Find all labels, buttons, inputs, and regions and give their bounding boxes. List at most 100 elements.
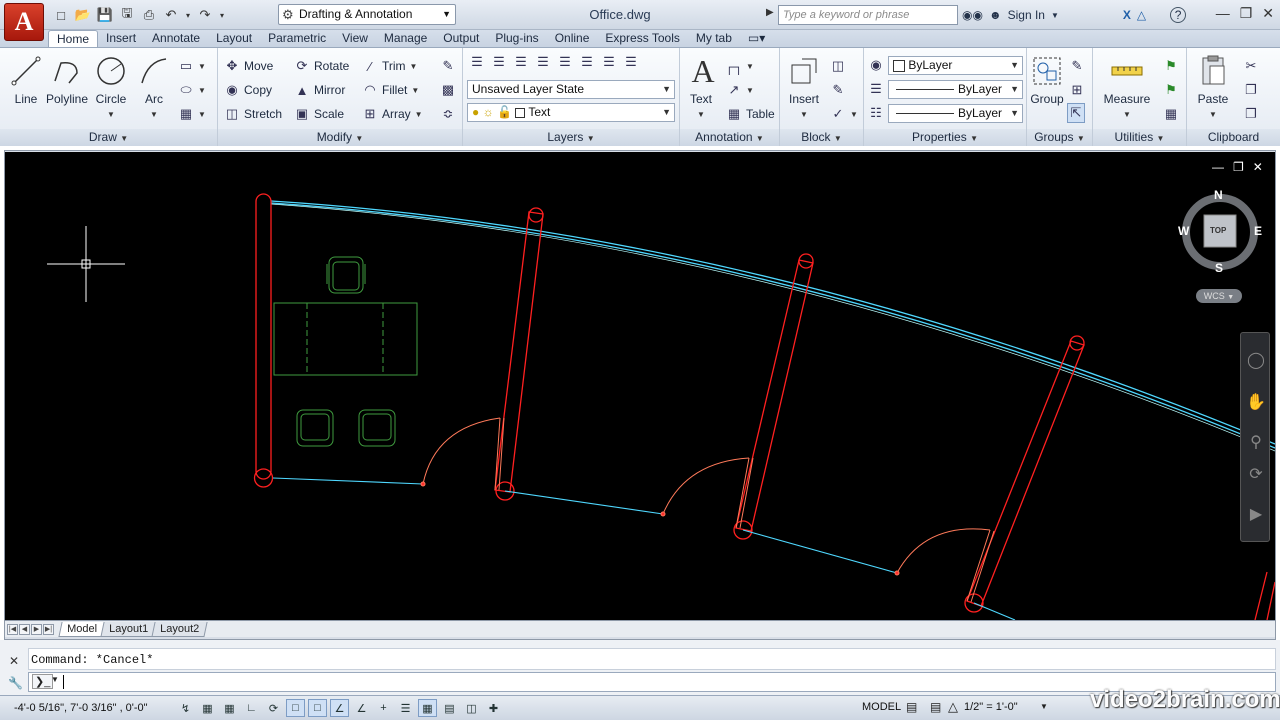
layer-previous-icon[interactable]: ☰ [557,54,573,70]
color-dropdown[interactable]: ByLayer ▼ [888,56,1023,75]
save-as-icon[interactable]: 🖫 [118,5,136,24]
workspace-switcher[interactable]: ⚙ Drafting & Annotation ▼ [278,4,456,25]
orbit-icon[interactable]: ⟳ [1246,465,1266,485]
undo-dropdown-icon[interactable]: ▾ [184,6,192,24]
rotate-button[interactable]: ⟳ Rotate [294,56,350,76]
compass-south[interactable]: S [1215,261,1223,275]
save-icon[interactable]: 💾 [96,6,114,24]
circle-dropdown-icon[interactable]: ▼ [107,110,115,119]
tab-express-tools[interactable]: Express Tools [597,30,687,48]
tab-insert[interactable]: Insert [98,30,144,48]
stay-connected-icon[interactable]: △ [1137,8,1146,22]
offset-button[interactable]: ≎ [440,104,456,124]
viewcube[interactable]: N S W E TOP [1176,188,1264,276]
group-edit-button[interactable]: ⊞ [1069,80,1085,100]
group-selection-button[interactable]: ⇱ [1067,103,1085,123]
cut-button[interactable]: ✂ [1243,56,1259,76]
ucs-dynamic-icon[interactable]: ∠ [352,699,371,717]
leader-button[interactable]: ↗ ▼ [726,80,754,100]
help-icon[interactable]: ? [1170,7,1187,23]
layer-isolate-icon[interactable]: ☰ [579,54,595,70]
search-input[interactable]: Type a keyword or phrase [778,5,958,25]
open-file-icon[interactable]: 📂 [74,6,92,24]
grid-display-icon[interactable]: ▦ [220,699,239,717]
zoom-icon[interactable]: ⚲ [1246,433,1266,453]
infer-constraints-icon[interactable]: ↯ [176,699,195,717]
close-icon[interactable]: ✕ [1262,5,1274,22]
layer-freeze-icon[interactable]: ☰ [623,54,639,70]
table-button[interactable]: ▦ Table [726,104,775,124]
tab-view[interactable]: View [334,30,376,48]
new-file-icon[interactable]: □ [52,6,70,24]
layer-dropdown[interactable]: ● ☼ 🔓 Text ▼ [467,103,675,122]
lineweight-toggle-icon[interactable]: ☰ [396,699,415,717]
erase-button[interactable]: ✎ [440,56,456,76]
compass-north[interactable]: N [1214,188,1223,202]
annotation-scale-value[interactable]: 1/2" = 1'-0" [964,701,1018,713]
layer-state-icon[interactable]: ☰ [491,54,507,70]
object-snap-tracking-icon[interactable]: ∠ [330,699,349,717]
compass-west[interactable]: W [1178,224,1189,238]
dimension-button[interactable]: ┌┐ ▼ [725,56,754,76]
quick-view-layouts-icon[interactable]: ▤ [906,700,917,714]
rectangle-button[interactable]: ▭ ▼ [178,56,206,76]
tab-layout[interactable]: Layout [208,30,260,48]
lineweight-dropdown[interactable]: ByLayer ▼ [888,80,1023,99]
snap-mode-icon[interactable]: ▦ [198,699,217,717]
region-button[interactable]: ▦ ▼ [178,104,206,124]
polar-tracking-icon[interactable]: ⟳ [264,699,283,717]
match-layer-icon[interactable]: ☰ [535,54,551,70]
redo-dropdown-icon[interactable]: ▾ [218,6,226,24]
arc-dropdown-icon[interactable]: ▼ [150,110,158,119]
measure-button[interactable]: Measure ▼ [1101,54,1153,120]
line-button[interactable]: Line [8,54,44,106]
modify-panel-title[interactable]: Modify ▼ [218,129,462,146]
selection-cycling-icon[interactable]: ◫ [462,699,481,717]
copy-with-basepoint-button[interactable]: ❐ [1243,104,1259,124]
command-prompt-dropdown-icon[interactable]: ▼ [51,675,59,684]
ucs-menu[interactable]: WCS ▼ [1196,289,1242,303]
application-menu-button[interactable]: A [4,3,44,41]
sign-in-link[interactable]: Sign In [1008,8,1045,22]
tab-output[interactable]: Output [435,30,487,48]
hatch-button[interactable]: ⬭ ▼ [178,80,205,100]
layer-state-dropdown[interactable]: Unsaved Layer State ▼ [467,80,675,99]
group-button[interactable]: Group [1029,54,1065,106]
match-properties-icon[interactable]: ◉ [868,57,884,73]
create-block-button[interactable]: ◫ [830,56,846,76]
viewcube-top-face[interactable]: TOP [1210,226,1226,235]
layer-unisolate-icon[interactable]: ☰ [601,54,617,70]
fillet-button[interactable]: ◠ Fillet ▼ [362,80,419,100]
edit-attributes-button[interactable]: ✓ ▼ [830,104,858,124]
annotation-panel-title[interactable]: Annotation ▼ [680,129,779,146]
layers-panel-title[interactable]: Layers ▼ [463,129,679,146]
tab-manage[interactable]: Manage [376,30,435,48]
text-button[interactable]: A Text ▼ [686,53,716,120]
quick-properties-icon[interactable]: ▤ [440,699,459,717]
viewport-restore-icon[interactable]: ❐ [1233,160,1244,174]
transparency-icon[interactable]: ▦ [418,699,437,717]
plot-icon[interactable]: ⎙ [140,6,158,24]
binoculars-icon[interactable]: ◉◉ [962,8,983,22]
ungroup-button[interactable]: ✎ [1069,56,1085,76]
tab-home[interactable]: Home [48,30,99,48]
first-layout-icon[interactable]: |◀ [7,623,18,635]
command-input-text[interactable] [63,675,64,689]
coordinate-readout[interactable]: -4'-0 5/16", 7'-0 3/16" , 0'-0" [14,702,148,714]
paste-button[interactable]: Paste ▼ [1193,54,1233,120]
tab-annotate[interactable]: Annotate [144,30,208,48]
restore-icon[interactable]: ❐ [1240,5,1253,22]
arc-button[interactable]: Arc ▼ [136,54,172,120]
ribbon-minimize-icon[interactable]: ▭▾ [740,30,773,48]
next-layout-icon[interactable]: ▶ [31,623,42,635]
scale-button[interactable]: ▣ Scale [294,104,344,124]
edit-block-button[interactable]: ✎ [830,80,846,100]
layout-tab-model[interactable]: Model [58,621,106,637]
utilities-panel-title[interactable]: Utilities ▼ [1093,129,1186,146]
showmotion-icon[interactable]: ▶ [1246,505,1266,525]
tab-my-tab[interactable]: My tab [688,30,740,48]
properties-panel-title[interactable]: Properties ▼ [864,129,1026,146]
minimize-icon[interactable]: — [1216,5,1230,22]
dynamic-input-icon[interactable]: + [374,699,393,717]
object-snap-icon[interactable]: □ [286,699,305,717]
